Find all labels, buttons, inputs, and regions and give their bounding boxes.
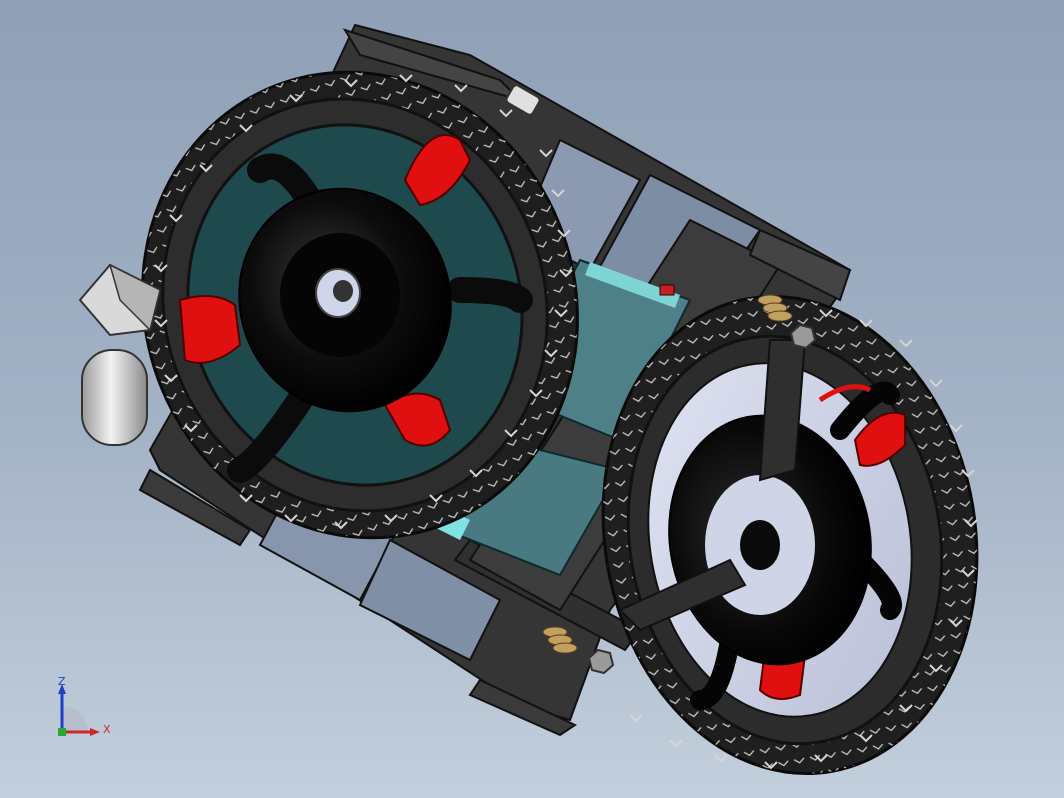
cad-viewport[interactable]: Z X (0, 0, 1064, 798)
x-axis-label: X (103, 723, 111, 736)
robot-assembly-model[interactable] (0, 0, 1064, 798)
caster-housing[interactable] (78, 263, 162, 446)
coordinate-triad: Z X (46, 672, 126, 752)
z-axis-label: Z (58, 675, 66, 688)
x-axis-arrow-icon (90, 728, 100, 736)
y-axis-marker-icon (58, 728, 66, 736)
